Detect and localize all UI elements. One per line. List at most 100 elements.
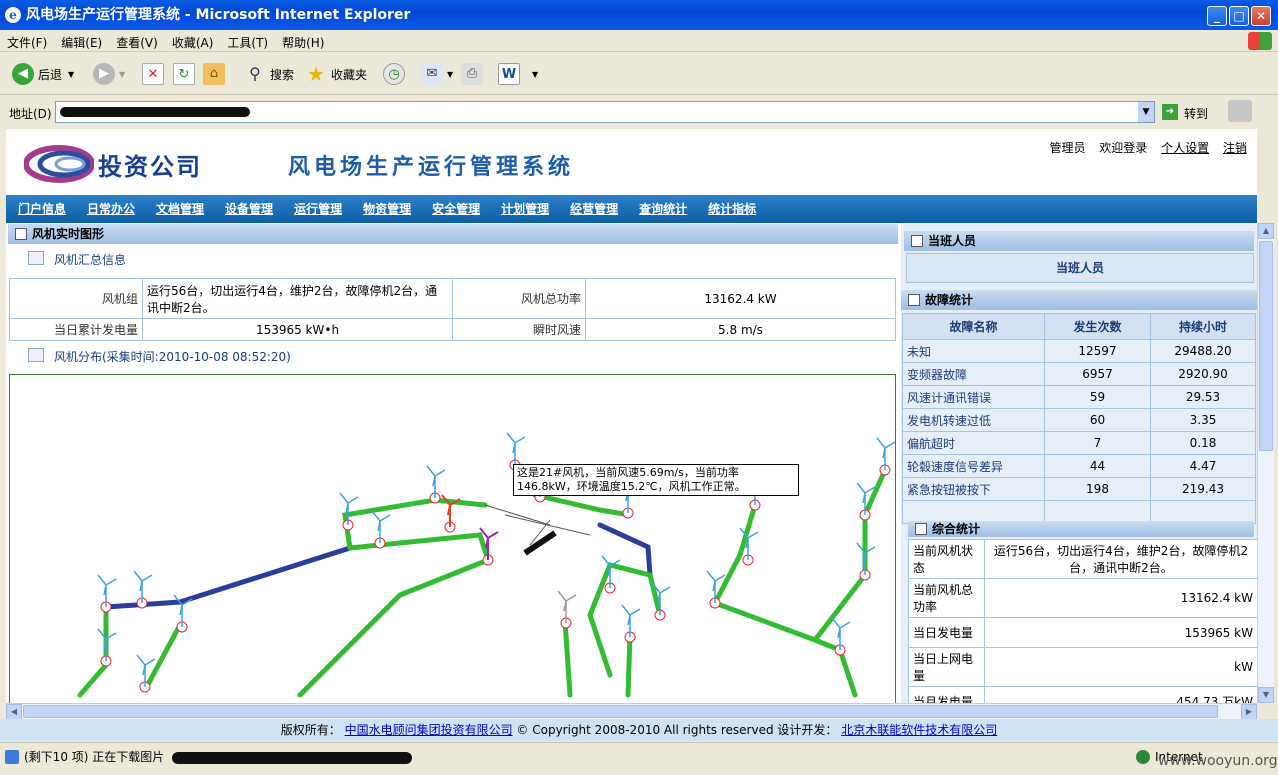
chevron-down-icon[interactable]: ▼ <box>68 70 74 79</box>
combined-label: 当日上网电量 <box>908 647 985 687</box>
scroll-up-icon[interactable]: ▲ <box>1258 223 1274 239</box>
chevron-down-icon[interactable]: ▼ <box>119 70 125 79</box>
nav-planning[interactable]: 计划管理 <box>492 195 558 223</box>
search-label: 搜索 <box>270 67 295 82</box>
nav-portal[interactable]: 门户信息 <box>9 195 75 223</box>
table-row: 当月发电量 454.73 万kW <box>908 686 1257 703</box>
selected-line <box>523 530 557 556</box>
nav-business[interactable]: 经营管理 <box>561 195 627 223</box>
refresh-button[interactable]: ↻ <box>173 61 199 87</box>
menu-bar: 文件(F) 编辑(E) 查看(V) 收藏(A) 工具(T) 帮助(H) <box>0 30 1278 52</box>
edit-button[interactable]: W ▼ <box>498 61 538 87</box>
nav-query-stats[interactable]: 查询统计 <box>630 195 696 223</box>
search-button[interactable]: ⚲ 搜索 <box>244 61 294 87</box>
go-arrow-icon[interactable]: ➜ <box>1162 104 1178 120</box>
chevron-down-icon[interactable]: ▼ <box>532 70 538 79</box>
power-line <box>532 492 633 518</box>
power-line <box>712 502 758 606</box>
turbine-map[interactable]: 这是21#风机，当前风速5.69m/s，当前功率146.8kW，环境温度15.2… <box>9 374 896 703</box>
chevron-down-icon[interactable]: ▼ <box>447 70 453 79</box>
personal-settings-link[interactable]: 个人设置 <box>1161 141 1209 155</box>
power-line <box>297 532 492 698</box>
star-icon: ★ <box>307 62 325 86</box>
nav-office[interactable]: 日常办公 <box>78 195 144 223</box>
nav-equipment[interactable]: 设备管理 <box>216 195 282 223</box>
favorites-label: 收藏夹 <box>331 67 368 82</box>
close-button[interactable]: ✕ <box>1251 6 1271 26</box>
combined-label: 当日发电量 <box>908 617 985 648</box>
list-icon <box>28 251 44 265</box>
table-row: 当日发电量 153965 kW <box>908 617 1257 648</box>
summary-value: 运行56台，切出运行4台，维护2台，故障停机2台，通讯中断2台。 <box>142 278 453 319</box>
menu-view[interactable]: 查看(V) <box>109 30 165 55</box>
home-button[interactable]: ⌂ <box>203 61 229 87</box>
table-row: 轮毂速度信号差异 44 4.47 <box>902 454 1256 478</box>
panel-doc-icon <box>15 228 27 240</box>
go-button[interactable]: 转到 <box>1184 105 1208 122</box>
window-title: 风电场生产运行管理系统 - Microsoft Internet Explore… <box>26 7 411 23</box>
page-loading-icon <box>5 750 19 764</box>
fault-name: 偏航超时 <box>902 431 1045 455</box>
combined-value: 153965 kW <box>984 617 1257 648</box>
scroll-left-icon[interactable]: ◀ <box>6 704 22 720</box>
fault-panel-title: 故障统计 <box>925 293 974 307</box>
menu-edit[interactable]: 编辑(E) <box>54 30 109 55</box>
scroll-right-icon[interactable]: ▶ <box>1241 704 1257 720</box>
menu-tools[interactable]: 工具(T) <box>220 30 275 55</box>
maximize-button[interactable]: □ <box>1229 6 1249 26</box>
internet-zone-icon <box>1136 750 1150 764</box>
combined-table: 当前风机状态 运行56台，切出运行4台，维护2台，故障停机2台，通讯中断2台。 当… <box>908 539 1257 703</box>
stop-button[interactable]: ✕ <box>142 61 168 87</box>
back-button[interactable]: ◀ 后退 ▼ <box>12 61 74 87</box>
fault-hours: 3.35 <box>1150 408 1256 432</box>
fault-name: 轮毂速度信号差异 <box>902 454 1045 478</box>
logout-link[interactable]: 注销 <box>1223 141 1247 155</box>
fault-table: 故障名称 发生次数 持续小时 未知 12597 29488.20 变频器故障 6957… <box>902 313 1256 524</box>
stop-icon: ✕ <box>142 63 164 85</box>
realtime-panel-title: 风机实时图形 <box>32 227 105 241</box>
owner-link[interactable]: 中国水电顾问集团投资有限公司 <box>345 723 513 737</box>
menu-file[interactable]: 文件(F) <box>0 30 54 55</box>
nav-documents[interactable]: 文档管理 <box>147 195 213 223</box>
history-button[interactable]: ◷ <box>383 61 409 87</box>
combined-panel-header: 综合统计 <box>908 521 1254 537</box>
panel-doc-icon <box>911 235 923 247</box>
combined-value: 13162.4 kW <box>984 578 1257 618</box>
developer-link[interactable]: 北京木联能软件技术有限公司 <box>841 723 997 737</box>
nav-materials[interactable]: 物资管理 <box>354 195 420 223</box>
menu-help[interactable]: 帮助(H) <box>275 30 331 55</box>
browser-toolbar: ◀ 后退 ▼ ▶ ▼ ✕ ↻ ⌂ ⚲ 搜索 ★ 收藏夹 ◷ ✉ ▼ ⎙ W ▼ <box>0 53 1278 95</box>
combined-panel-title: 综合统计 <box>932 522 981 536</box>
scroll-thumb[interactable] <box>23 705 1218 718</box>
search-icon: ⚲ <box>249 64 261 83</box>
scroll-down-icon[interactable]: ▼ <box>1258 687 1274 703</box>
nav-stat-indicators[interactable]: 统计指标 <box>699 195 765 223</box>
favorites-button[interactable]: ★ 收藏夹 <box>305 61 367 87</box>
vertical-scrollbar[interactable]: ▲ ▼ <box>1257 223 1274 703</box>
scroll-thumb[interactable] <box>1259 241 1273 451</box>
menu-favorites[interactable]: 收藏(A) <box>165 30 221 55</box>
nav-safety[interactable]: 安全管理 <box>423 195 489 223</box>
distribution-title: 风机分布(采集时间:2010-10-08 08:52:20) <box>54 350 291 364</box>
fault-hours: 4.47 <box>1150 454 1256 478</box>
fault-hours: 0.18 <box>1150 431 1256 455</box>
turbine-tooltip: 这是21#风机，当前风速5.69m/s，当前功率146.8kW，环境温度15.2… <box>513 464 799 496</box>
nav-operations[interactable]: 运行管理 <box>285 195 351 223</box>
address-input[interactable]: ▼ <box>55 101 1155 123</box>
minimize-button[interactable]: _ <box>1207 6 1227 26</box>
print-button[interactable]: ⎙ <box>461 61 487 87</box>
page-viewport: 投资公司 风电场生产运行管理系统 管理员 欢迎登录 个人设置 注销 门户信息 日常… <box>6 129 1257 703</box>
column-header: 持续小时 <box>1150 313 1256 340</box>
user-links: 管理员 欢迎登录 个人设置 注销 <box>1039 139 1247 156</box>
forward-button[interactable]: ▶ ▼ <box>93 61 125 87</box>
horizontal-scrollbar[interactable]: ◀ ▶ <box>6 703 1257 720</box>
welcome-text: 欢迎登录 <box>1099 141 1148 155</box>
combined-label: 当月发电量 <box>908 686 985 703</box>
summary-value: 153965 kW•h <box>142 318 453 341</box>
fault-count: 60 <box>1044 408 1151 432</box>
address-dropdown-icon[interactable]: ▼ <box>1138 102 1154 122</box>
power-line <box>647 572 663 618</box>
refresh-icon: ↻ <box>173 63 195 85</box>
redacted-url <box>60 107 250 117</box>
mail-button[interactable]: ✉ ▼ <box>421 61 453 87</box>
